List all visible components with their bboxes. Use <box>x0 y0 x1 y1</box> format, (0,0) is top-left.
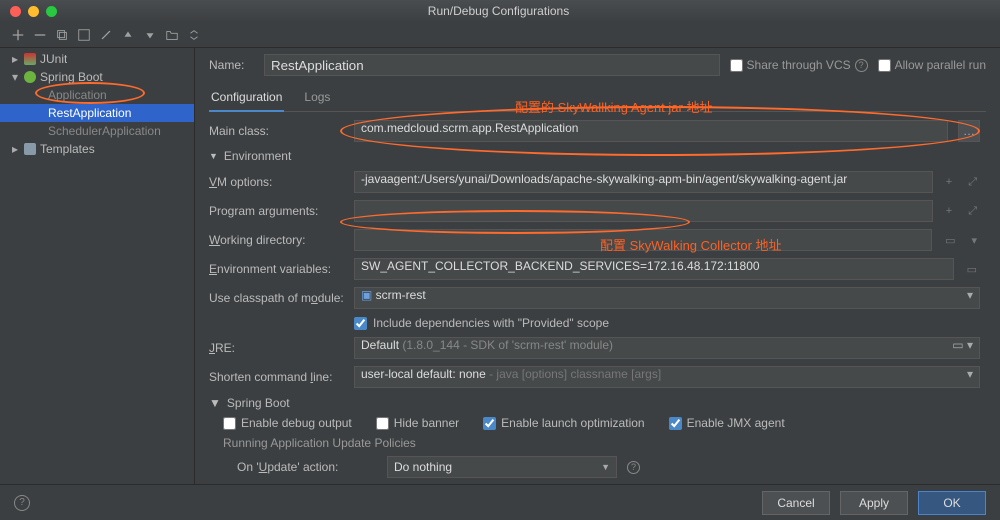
chevron-down-icon[interactable]: ▾ <box>968 234 980 247</box>
tree-label: Spring Boot <box>40 70 103 84</box>
dialog-button-bar: ? Cancel Apply OK <box>0 484 1000 520</box>
env-vars-label: Environment variables: <box>209 262 344 276</box>
tree-label: JUnit <box>40 52 67 66</box>
config-content: Name: Share through VCS? Allow parallel … <box>195 48 1000 484</box>
ok-button[interactable]: OK <box>918 491 986 515</box>
include-provided-label: Include dependencies with "Provided" sco… <box>373 316 609 330</box>
vm-options-input[interactable]: -javaagent:/Users/yunai/Downloads/apache… <box>354 171 933 193</box>
help-icon[interactable]: ? <box>627 461 640 474</box>
remove-config-button[interactable] <box>32 27 48 43</box>
window-title: Run/Debug Configurations <box>57 4 940 18</box>
titlebar: Run/Debug Configurations <box>0 0 1000 22</box>
shorten-select[interactable]: user-local default: none - java [options… <box>354 366 980 388</box>
config-toolbar <box>0 22 1000 48</box>
edit-templates-button[interactable] <box>98 27 114 43</box>
config-tabs: Configuration Logs <box>209 82 986 112</box>
on-update-select[interactable]: Do nothing▼ <box>387 456 617 478</box>
enable-jmx-checkbox[interactable]: Enable JMX agent <box>669 416 785 430</box>
help-button[interactable]: ? <box>14 495 30 511</box>
tree-label: Templates <box>40 142 95 156</box>
include-provided-checkbox[interactable] <box>354 317 367 330</box>
tab-logs[interactable]: Logs <box>302 86 332 111</box>
program-args-input[interactable] <box>354 200 933 222</box>
tab-configuration[interactable]: Configuration <box>209 86 284 112</box>
cancel-button[interactable]: Cancel <box>762 491 830 515</box>
junit-icon <box>24 53 36 65</box>
config-tree: ▸ JUnit ▾ Spring Boot Application RestAp… <box>0 48 195 484</box>
help-icon[interactable]: ? <box>855 59 868 72</box>
add-config-button[interactable] <box>10 27 26 43</box>
close-window-button[interactable] <box>10 6 21 17</box>
working-dir-label: Working directory: <box>209 233 344 247</box>
tree-item-junit[interactable]: ▸ JUnit <box>0 50 194 68</box>
main-class-input[interactable]: com.medcloud.scrm.app.RestApplication <box>354 120 948 142</box>
classpath-label: Use classpath of module: <box>209 291 344 305</box>
edit-env-button[interactable]: ▭ <box>964 263 980 276</box>
parallel-run-checkbox[interactable]: Allow parallel run <box>878 58 986 72</box>
folder-icon[interactable]: ▭ <box>942 234 958 247</box>
update-policies-label: Running Application Update Policies <box>223 436 980 450</box>
shorten-label: Shorten command line: <box>209 370 344 384</box>
spring-icon <box>24 71 36 83</box>
expand-all-button[interactable] <box>186 27 202 43</box>
tree-item-templates[interactable]: ▸ Templates <box>0 140 194 158</box>
copy-config-button[interactable] <box>54 27 70 43</box>
tree-item-rest-application[interactable]: RestApplication <box>0 104 194 122</box>
move-up-button[interactable] <box>120 27 136 43</box>
tree-item-application[interactable]: Application <box>0 86 194 104</box>
browse-main-class-button[interactable]: … <box>958 120 980 142</box>
tree-label: SchedulerApplication <box>48 124 161 138</box>
enable-debug-checkbox[interactable]: Enable debug output <box>223 416 352 430</box>
classpath-select[interactable]: ▣ scrm-rest▾ <box>354 287 980 309</box>
folder-button[interactable] <box>164 27 180 43</box>
tree-item-spring-boot[interactable]: ▾ Spring Boot <box>0 68 194 86</box>
tree-item-scheduler-application[interactable]: SchedulerApplication <box>0 122 194 140</box>
vm-options-label: VM options: <box>209 175 344 189</box>
name-label: Name: <box>209 58 254 72</box>
save-config-button[interactable] <box>76 27 92 43</box>
env-vars-input[interactable]: SW_AGENT_COLLECTOR_BACKEND_SERVICES=172.… <box>354 258 954 280</box>
minimize-window-button[interactable] <box>28 6 39 17</box>
environment-section-header[interactable]: ▼Environment <box>209 149 980 163</box>
templates-icon <box>24 143 36 155</box>
spring-boot-section-header[interactable]: ▼Spring Boot <box>209 396 980 410</box>
tree-label: Application <box>48 88 107 102</box>
move-down-button[interactable] <box>142 27 158 43</box>
hide-banner-checkbox[interactable]: Hide banner <box>376 416 459 430</box>
maximize-window-button[interactable] <box>46 6 57 17</box>
enable-launch-checkbox[interactable]: Enable launch optimization <box>483 416 644 430</box>
on-update-label: On 'Update' action: <box>237 460 377 474</box>
tree-label: RestApplication <box>48 106 131 120</box>
config-name-input[interactable] <box>264 54 720 76</box>
maximize-icon[interactable]: ⤢ <box>965 205 980 218</box>
apply-button[interactable]: Apply <box>840 491 908 515</box>
maximize-icon[interactable]: ⤢ <box>965 176 980 189</box>
expand-icon[interactable]: + <box>943 205 955 217</box>
share-vcs-checkbox[interactable]: Share through VCS? <box>730 58 868 72</box>
working-dir-input[interactable] <box>354 229 932 251</box>
expand-icon[interactable]: + <box>943 176 955 188</box>
jre-select[interactable]: Default (1.8.0_144 - SDK of 'scrm-rest' … <box>354 337 980 359</box>
program-args-label: Program arguments: <box>209 204 344 218</box>
main-class-label: Main class: <box>209 124 344 138</box>
jre-label: JRE: <box>209 341 344 355</box>
